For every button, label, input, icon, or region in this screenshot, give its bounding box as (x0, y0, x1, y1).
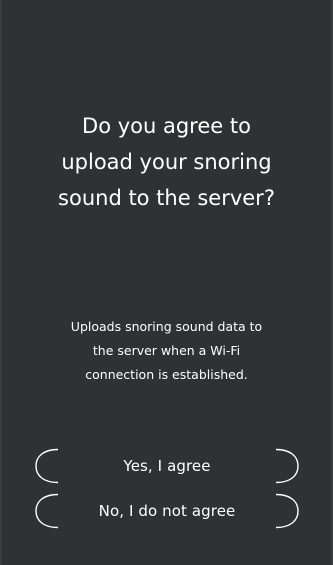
disagree-label: No, I do not agree (98, 502, 236, 520)
right-bracket-icon (274, 493, 300, 529)
agree-label: Yes, I agree (123, 457, 211, 475)
left-bracket-icon (34, 493, 60, 529)
consent-description: Uploads snoring sound data to the server… (70, 319, 263, 382)
agree-button[interactable]: Yes, I agree (34, 448, 300, 484)
disagree-button[interactable]: No, I do not agree (34, 493, 300, 529)
right-bracket-icon (274, 448, 300, 484)
consent-screen: Do you agree to upload your snoring soun… (0, 0, 333, 565)
consent-question: Do you agree to upload your snoring soun… (58, 114, 275, 210)
left-bracket-icon (34, 448, 60, 484)
